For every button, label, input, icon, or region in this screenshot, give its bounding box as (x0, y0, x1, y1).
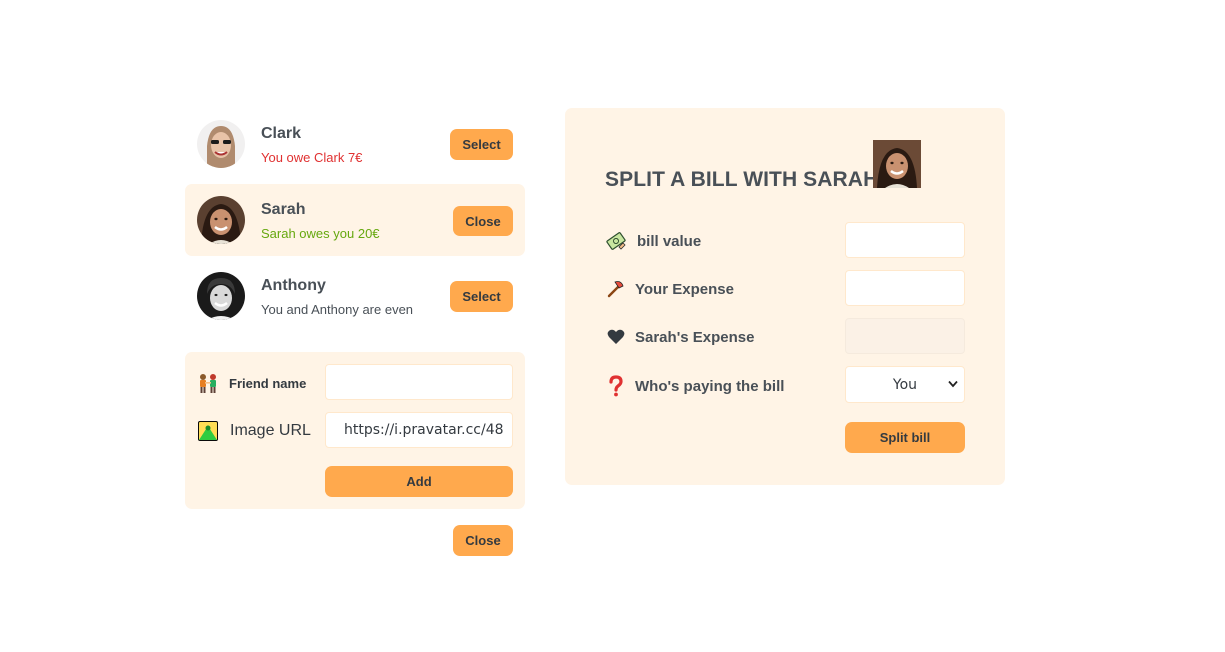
people-holding-hands-icon (197, 372, 219, 394)
close-form-button[interactable]: Close (453, 525, 513, 556)
your-expense-row: Your Expense (605, 278, 734, 300)
image-url-label: Image URL (230, 422, 311, 439)
friend-balance: Sarah owes you 20€ (261, 226, 380, 241)
friend-balance: You and Anthony are even (261, 302, 414, 317)
axe-icon (605, 278, 627, 300)
split-title: SPLIT A BILL WITH SARAH (605, 168, 879, 191)
mountain-icon (197, 420, 219, 442)
friend-item-clark: Clark You owe Clark 7€ Select (185, 108, 525, 180)
bill-value-row: bill value (605, 230, 701, 252)
add-friend-button[interactable]: Add (325, 466, 513, 497)
friend-item-anthony: Anthony You and Anthony are even Select (185, 260, 525, 332)
friend-item-sarah: Sarah Sarah owes you 20€ Close (185, 184, 525, 256)
your-expense-label: Your Expense (635, 280, 734, 298)
friend-expense-row: Sarah's Expense (605, 326, 754, 348)
money-icon (605, 230, 627, 252)
friend-name: Anthony (261, 277, 326, 294)
chevron-down-icon (948, 380, 958, 388)
friends-list: Clark You owe Clark 7€ Select Sarah Sara… (185, 108, 525, 336)
friend-photo (873, 140, 921, 188)
avatar (197, 120, 245, 168)
friend-name-input[interactable] (325, 364, 513, 400)
friend-name: Clark (261, 125, 302, 142)
select-friend-button[interactable]: Select (450, 281, 513, 312)
avatar (197, 272, 245, 320)
bill-value-label: bill value (637, 232, 702, 250)
payer-selected-value: You (892, 376, 918, 393)
split-bill-form: SPLIT A BILL WITH SARAH bill value Your … (565, 108, 1005, 485)
friend-balance: You owe Clark 7€ (261, 150, 363, 165)
payer-label: Who's paying the bill (635, 377, 785, 395)
heart-icon (605, 326, 627, 348)
select-friend-button[interactable]: Select (450, 129, 513, 160)
close-friend-button[interactable]: Close (453, 206, 513, 236)
avatar (197, 196, 245, 244)
question-mark-icon (605, 375, 627, 397)
friend-name-label: Friend name (229, 375, 307, 391)
bill-value-input[interactable] (845, 222, 965, 258)
your-expense-input[interactable] (845, 270, 965, 306)
add-friend-form: Friend name Image URL https://i.pravatar… (185, 352, 525, 509)
friend-name-row: Friend name (197, 372, 306, 394)
image-url-input[interactable]: https://i.pravatar.cc/48 (325, 412, 513, 448)
friend-expense-input (845, 318, 965, 354)
friend-expense-label: Sarah's Expense (635, 328, 755, 346)
split-bill-button[interactable]: Split bill (845, 422, 965, 453)
image-url-row: Image URL (197, 420, 311, 442)
friend-name: Sarah (261, 201, 306, 218)
payer-select[interactable]: You (845, 366, 965, 403)
payer-row: Who's paying the bill (605, 375, 784, 397)
